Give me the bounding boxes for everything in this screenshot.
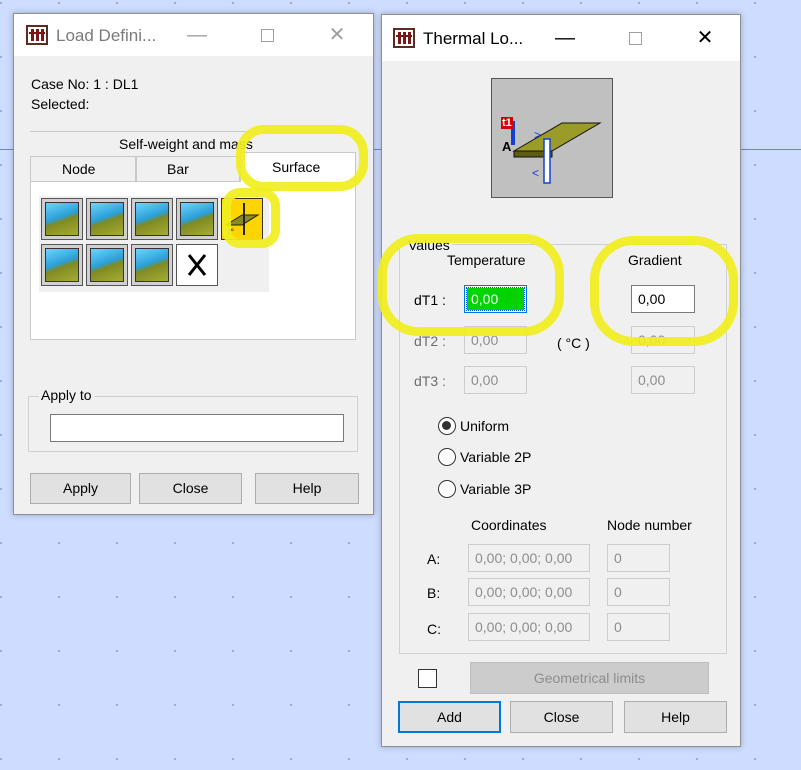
point-c-node-input[interactable]: 0 xyxy=(607,613,670,641)
dt3-gradient-input[interactable]: 0,00 xyxy=(631,366,695,394)
tab-node-label: Node xyxy=(62,161,96,177)
apply-to-input[interactable] xyxy=(50,414,344,442)
surface-load-linear-icon xyxy=(135,202,169,236)
dt3-temperature-input[interactable]: 0,00 xyxy=(464,366,527,394)
geometrical-limits-checkbox[interactable] xyxy=(418,669,437,688)
geometrical-limits-button[interactable]: Geometrical limits xyxy=(470,662,709,694)
help-button[interactable]: Help xyxy=(624,701,727,733)
surface-load-hydrostatic-button[interactable] xyxy=(176,198,218,240)
surface-load-point-button[interactable] xyxy=(86,198,128,240)
minimize-button[interactable]: — xyxy=(542,23,588,53)
surface-load-contour-button[interactable] xyxy=(86,244,128,286)
surface-load-uniform-icon xyxy=(45,202,79,236)
temperature-highlight xyxy=(378,234,564,336)
variable-3p-label[interactable]: Variable 3P xyxy=(460,481,531,497)
thermal-tool-highlight xyxy=(222,188,280,248)
node-number-column-header: Node number xyxy=(607,517,692,533)
load-definition-window: Load Defini... — ✕ Case No: 1 : DL1 Sele… xyxy=(13,13,374,515)
surface-load-3p-icon xyxy=(45,248,79,282)
surface-load-edge-icon xyxy=(135,248,169,282)
point-a-label: A: xyxy=(427,551,441,567)
preview-t1-label: t1 xyxy=(501,117,513,129)
thermal-load-preview: > < t1 A xyxy=(491,78,613,198)
point-a-coordinates-input[interactable]: 0,00; 0,00; 0,00 xyxy=(468,544,590,572)
close-button[interactable]: Close xyxy=(510,701,613,733)
thermal-plate-preview-icon: > < xyxy=(511,121,602,184)
tab-node[interactable]: Node xyxy=(30,156,136,182)
case-label: Case No: 1 : DL1 xyxy=(31,76,139,92)
close-button[interactable]: Close xyxy=(139,473,242,504)
load-definition-titlebar[interactable]: Load Defini... — ✕ xyxy=(14,14,373,56)
window-title: Load Defini... xyxy=(56,26,157,45)
tab-self-weight-and-mass[interactable]: Self-weight and mass xyxy=(119,136,253,152)
gradient-highlight xyxy=(590,236,738,346)
dt3-label: dT3 : xyxy=(414,373,446,389)
delete-load-button[interactable] xyxy=(176,244,218,286)
apply-button[interactable]: Apply xyxy=(30,473,131,504)
coordinates-column-header: Coordinates xyxy=(471,517,547,533)
variable-3p-radio[interactable] xyxy=(438,480,456,498)
minimize-button[interactable]: — xyxy=(174,20,220,50)
maximize-icon xyxy=(260,29,274,43)
window-title: Thermal Lo... xyxy=(423,29,524,48)
surface-load-uniform-button[interactable] xyxy=(41,198,83,240)
point-c-coordinates-input[interactable]: 0,00; 0,00; 0,00 xyxy=(468,613,590,641)
maximize-button[interactable] xyxy=(612,23,658,53)
preview-a-label: A xyxy=(502,139,512,154)
close-window-button[interactable]: ✕ xyxy=(682,23,728,53)
selected-label: Selected: xyxy=(31,96,90,112)
svg-text:>: > xyxy=(534,128,541,142)
svg-text:<: < xyxy=(532,166,539,180)
variable-2p-label[interactable]: Variable 2P xyxy=(460,449,531,465)
apply-to-label: Apply to xyxy=(39,387,94,403)
surface-tab-highlight xyxy=(236,125,368,191)
tab-bar-label: Bar xyxy=(167,161,189,177)
close-window-button[interactable]: ✕ xyxy=(314,20,360,50)
point-a-node-input[interactable]: 0 xyxy=(607,544,670,572)
point-c-label: C: xyxy=(427,621,441,637)
add-button[interactable]: Add xyxy=(398,701,501,733)
help-button[interactable]: Help xyxy=(255,473,359,504)
maximize-icon xyxy=(628,32,642,46)
thermal-load-window: Thermal Lo... — ✕ > < t1 A Values Temper… xyxy=(381,14,741,747)
maximize-button[interactable] xyxy=(244,20,290,50)
uniform-radio[interactable] xyxy=(438,417,456,435)
surface-load-3p-button[interactable] xyxy=(41,244,83,286)
tab-bar[interactable]: Bar xyxy=(136,156,240,182)
surface-load-hydrostatic-icon xyxy=(180,202,214,236)
temperature-unit: ( °C ) xyxy=(557,335,590,351)
variable-2p-radio[interactable] xyxy=(438,448,456,466)
thermal-load-titlebar[interactable]: Thermal Lo... — ✕ xyxy=(382,15,740,61)
apply-to-group: Apply to xyxy=(28,387,358,452)
point-b-label: B: xyxy=(427,585,441,601)
app-logo-icon xyxy=(26,25,48,45)
uniform-label[interactable]: Uniform xyxy=(460,418,509,434)
point-b-node-input[interactable]: 0 xyxy=(607,578,670,606)
point-b-coordinates-input[interactable]: 0,00; 0,00; 0,00 xyxy=(468,578,590,606)
surface-tab-panel: t° xyxy=(30,182,356,340)
delete-load-icon xyxy=(187,254,207,276)
surface-load-point-icon xyxy=(90,202,124,236)
surface-load-linear-button[interactable] xyxy=(131,198,173,240)
surface-load-contour-icon xyxy=(90,248,124,282)
surface-load-edge-button[interactable] xyxy=(131,244,173,286)
app-logo-icon xyxy=(393,28,415,48)
